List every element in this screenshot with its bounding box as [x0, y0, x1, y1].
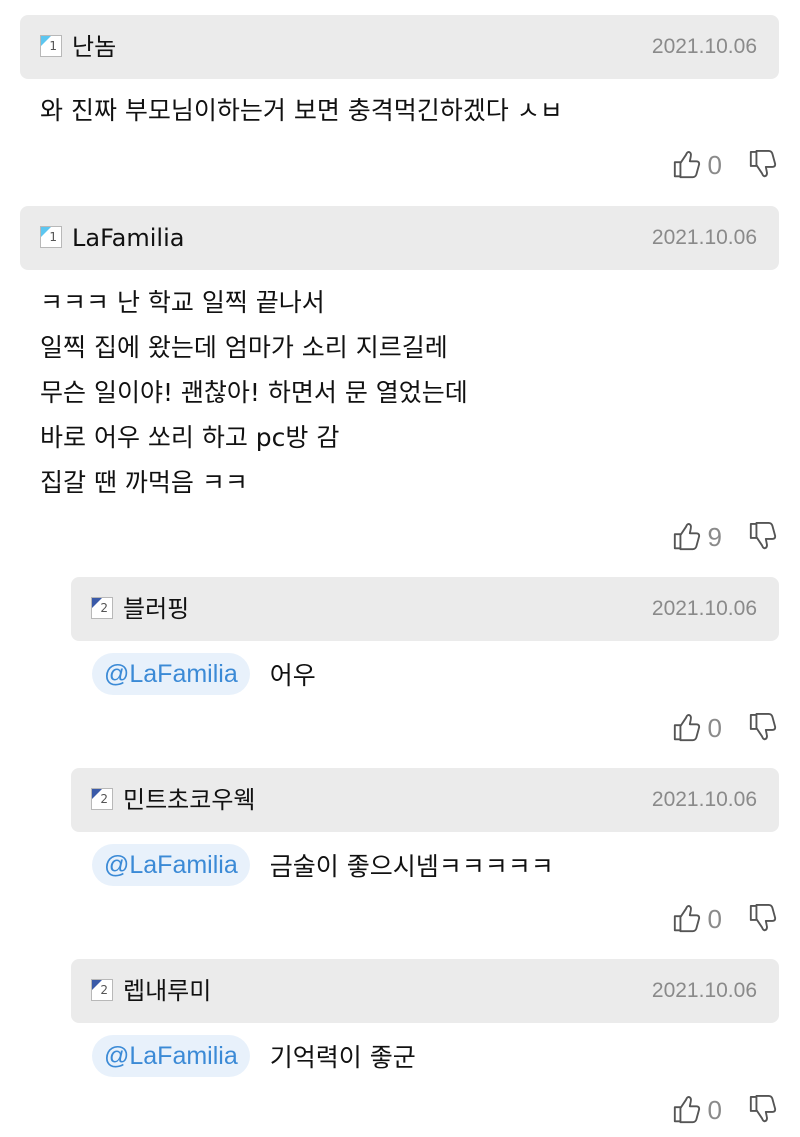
nickname[interactable]: 난놈: [72, 15, 116, 79]
vote-bar: 0: [672, 708, 778, 748]
reply-body: @LaFamilia 금술이 좋으시넴ㅋㅋㅋㅋㅋ: [92, 843, 554, 887]
level-icon: 2: [91, 788, 113, 810]
thumbs-down-icon[interactable]: [748, 712, 778, 744]
like-count: 0: [707, 149, 722, 180]
level-icon: 1: [40, 226, 62, 248]
comment-date: 2021.10.06: [651, 226, 757, 249]
level-icon: 2: [91, 597, 113, 619]
thumbs-down-icon[interactable]: [748, 1094, 778, 1126]
thumbs-up-icon[interactable]: [672, 1094, 702, 1126]
level-icon: 2: [91, 979, 113, 1001]
like-count: 0: [707, 712, 722, 743]
vote-bar: 0: [672, 899, 778, 939]
vote-bar: 0: [672, 145, 778, 185]
reply-text: 기억력이 좋군: [269, 1043, 416, 1072]
thumbs-down-icon[interactable]: [748, 903, 778, 935]
reply-header: 2 렙내루미 2021.10.06: [71, 959, 779, 1023]
reply-date: 2021.10.06: [651, 788, 757, 811]
vote-bar: 0: [672, 1090, 778, 1130]
comment-date: 2021.10.06: [651, 35, 757, 58]
thumbs-up-icon[interactable]: [672, 521, 702, 553]
reply-body: @LaFamilia 기억력이 좋군: [92, 1034, 416, 1078]
comment-header: 1 LaFamilia 2021.10.06: [20, 206, 779, 270]
nickname[interactable]: 렙내루미: [123, 959, 211, 1023]
reply-header: 2 블러핑 2021.10.06: [71, 577, 779, 641]
reply-date: 2021.10.06: [651, 979, 757, 1002]
nickname[interactable]: 블러핑: [123, 577, 189, 641]
reply-body: @LaFamilia 어우: [92, 652, 316, 696]
reply-date: 2021.10.06: [651, 597, 757, 620]
thumbs-up-icon[interactable]: [672, 712, 702, 744]
comment-text: 와 진짜 부모님이하는거 보면 충격먹긴하겠다 ㅅㅂ: [40, 96, 563, 125]
thumbs-up-icon[interactable]: [672, 149, 702, 181]
reply-text: 금술이 좋으시넴ㅋㅋㅋㅋㅋ: [269, 852, 554, 881]
reply-header: 2 민트초코우웩 2021.10.06: [71, 768, 779, 832]
mention-tag[interactable]: @LaFamilia: [92, 1035, 250, 1077]
mention-tag[interactable]: @LaFamilia: [92, 844, 250, 886]
like-count: 9: [707, 521, 722, 552]
mention-tag[interactable]: @LaFamilia: [92, 653, 250, 695]
nickname[interactable]: 민트초코우웩: [123, 768, 255, 832]
reply-text: 어우: [269, 661, 316, 690]
thumbs-down-icon[interactable]: [748, 149, 778, 181]
thumbs-down-icon[interactable]: [748, 521, 778, 553]
nickname[interactable]: LaFamilia: [72, 206, 184, 270]
comment-text: ㅋㅋㅋ 난 학교 일찍 끝나서 일찍 집에 왔는데 엄마가 소리 지르길레 무슨…: [40, 288, 468, 497]
vote-bar: 9: [672, 517, 778, 557]
thumbs-up-icon[interactable]: [672, 903, 702, 935]
like-count: 0: [707, 903, 722, 934]
like-count: 0: [707, 1094, 722, 1125]
comment-header: 1 난놈 2021.10.06: [20, 15, 779, 79]
level-icon: 1: [40, 35, 62, 57]
